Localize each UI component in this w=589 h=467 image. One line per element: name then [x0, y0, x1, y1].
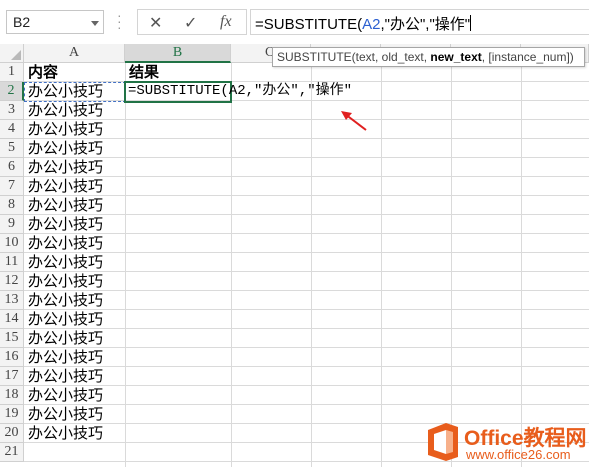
cell-a5[interactable]: 办公小技巧 [26, 139, 124, 158]
column-header-a[interactable]: A [24, 44, 125, 63]
function-tooltip: SUBSTITUTE(text, old_text, new_text, [in… [272, 47, 585, 67]
row-header-5[interactable]: 5 [0, 139, 24, 158]
select-all-icon [11, 50, 21, 60]
row-header-14[interactable]: 14 [0, 310, 24, 329]
row-header-10[interactable]: 10 [0, 234, 24, 253]
cell-a15[interactable]: 办公小技巧 [26, 329, 124, 348]
insert-function-icon[interactable]: fx [220, 13, 232, 31]
formula-prefix: =SUBSTITUTE( [255, 16, 363, 33]
tooltip-fn[interactable]: SUBSTITUTE( [277, 50, 356, 64]
cancel-icon[interactable]: ✕ [149, 13, 162, 33]
column-gridline [381, 63, 382, 467]
column-gridline [231, 63, 232, 467]
row-header-12[interactable]: 12 [0, 272, 24, 291]
cell-a1[interactable]: 内容 [26, 63, 124, 82]
row-header-2[interactable]: 2 [0, 82, 24, 101]
cell-b2-editing[interactable]: =SUBSTITUTE(A2,"办公","操作" [126, 82, 366, 101]
annotation-arrow-icon [341, 111, 367, 131]
formula-toolbar: B2 · · · ✕ ✓ fx =SUBSTITUTE(A2,"办公","操作" [0, 0, 589, 44]
cell-b1[interactable]: 结果 [127, 63, 231, 82]
row-header-21[interactable]: 21 [0, 443, 24, 462]
cell-a6[interactable]: 办公小技巧 [26, 158, 124, 177]
row-header-13[interactable]: 13 [0, 291, 24, 310]
enter-icon[interactable]: ✓ [184, 13, 197, 33]
row-header-15[interactable]: 15 [0, 329, 24, 348]
cell-a10[interactable]: 办公小技巧 [26, 234, 124, 253]
row-header-18[interactable]: 18 [0, 386, 24, 405]
watermark-url: www.office26.com [466, 447, 571, 462]
select-all-button[interactable] [0, 44, 24, 63]
cell-a19[interactable]: 办公小技巧 [26, 405, 124, 424]
row-header-4[interactable]: 4 [0, 120, 24, 139]
cell-a20[interactable]: 办公小技巧 [26, 424, 124, 443]
row-header-16[interactable]: 16 [0, 348, 24, 367]
row-header-6[interactable]: 6 [0, 158, 24, 177]
column-gridline [125, 63, 126, 467]
formula-suffix: ,"办公","操作" [380, 16, 471, 33]
cell-a11[interactable]: 办公小技巧 [26, 253, 124, 272]
column-gridline [521, 63, 522, 467]
drag-handle-icon[interactable]: · · · [117, 8, 122, 34]
row-header-8[interactable]: 8 [0, 196, 24, 215]
tooltip-current-arg: new_text [430, 50, 482, 64]
formula-ref: A2 [362, 16, 381, 33]
row-header-19[interactable]: 19 [0, 405, 24, 424]
cell-a16[interactable]: 办公小技巧 [26, 348, 124, 367]
row-header-9[interactable]: 9 [0, 215, 24, 234]
cell-a18[interactable]: 办公小技巧 [26, 386, 124, 405]
spreadsheet-grid[interactable]: A B C 1 2 3 4 5 6 7 8 9 10 11 12 13 14 15 16 17 18 19 20 21 … [0, 44, 589, 467]
row-header-17[interactable]: 17 [0, 367, 24, 386]
column-header-b[interactable]: B [125, 44, 231, 63]
chevron-down-icon[interactable] [91, 21, 99, 26]
formula-input[interactable]: =SUBSTITUTE(A2,"办公","操作" [250, 9, 589, 35]
cell-a12[interactable]: 办公小技巧 [26, 272, 124, 291]
name-box[interactable]: B2 [6, 10, 104, 34]
cell-a3[interactable]: 办公小技巧 [26, 101, 124, 120]
formula-text: =SUBSTITUTE(A2,"办公","操作" [255, 13, 472, 34]
watermark: Office教程网 www.office26.com [424, 419, 589, 467]
cell-a9[interactable]: 办公小技巧 [26, 215, 124, 234]
row-header-11[interactable]: 11 [0, 253, 24, 272]
row-header-3[interactable]: 3 [0, 101, 24, 120]
formula-buttons: ✕ ✓ fx [137, 9, 247, 35]
cell-a13[interactable]: 办公小技巧 [26, 291, 124, 310]
reference-highlight-a2 [24, 82, 126, 102]
cell-a17[interactable]: 办公小技巧 [26, 367, 124, 386]
tooltip-args-before: text, old_text, [355, 50, 431, 64]
cell-a8[interactable]: 办公小技巧 [26, 196, 124, 215]
cell-a14[interactable]: 办公小技巧 [26, 310, 124, 329]
row-header-7[interactable]: 7 [0, 177, 24, 196]
row-header-20[interactable]: 20 [0, 424, 24, 443]
column-gridline [451, 63, 452, 467]
tooltip-args-after: , [instance_num]) [481, 50, 574, 64]
cell-a4[interactable]: 办公小技巧 [26, 120, 124, 139]
office-logo-icon [428, 423, 458, 461]
cell-a7[interactable]: 办公小技巧 [26, 177, 124, 196]
column-gridline [311, 63, 312, 467]
name-box-value: B2 [13, 14, 31, 30]
text-caret [470, 15, 472, 31]
row-header-1[interactable]: 1 [0, 63, 24, 82]
